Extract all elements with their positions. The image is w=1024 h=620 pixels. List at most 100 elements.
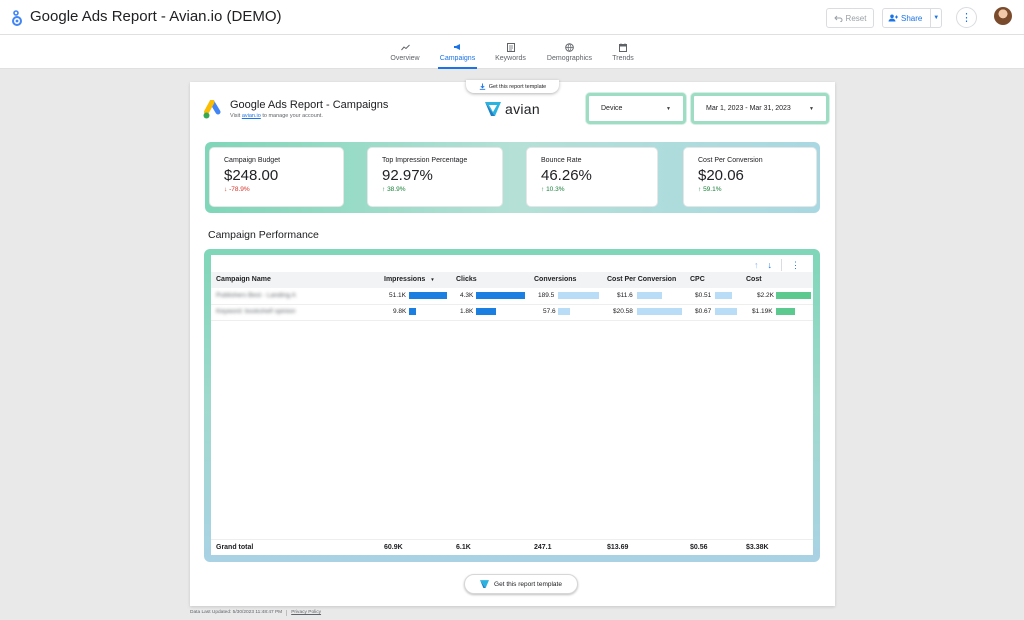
date-range-label: Mar 1, 2023 - Mar 31, 2023	[706, 105, 791, 112]
kpi-delta: ↑ 10.3%	[541, 186, 657, 193]
clicks-cell: 4.3K	[460, 292, 474, 299]
undo-icon	[833, 15, 843, 22]
chevron-down-icon: ▼	[809, 105, 814, 112]
globe-icon	[565, 42, 574, 52]
avian-wordmark: avian	[505, 101, 540, 117]
kpi-delta: ↓ -78.9%	[224, 186, 343, 193]
impressions-bar	[409, 292, 447, 299]
tab-trends[interactable]: Trends	[611, 35, 635, 69]
trend-icon	[400, 43, 410, 52]
download-icon	[479, 83, 485, 90]
kpi-label: Bounce Rate	[541, 157, 582, 164]
tab-label: Trends	[612, 54, 634, 62]
add-person-icon	[888, 14, 898, 22]
avatar[interactable]	[994, 7, 1012, 25]
share-button[interactable]: Share ▼	[882, 8, 942, 28]
report-heading: Google Ads Report - Campaigns	[230, 99, 389, 111]
privacy-policy-link[interactable]: Privacy Policy	[291, 610, 321, 616]
tab-label: Overview	[390, 54, 420, 62]
kpi-delta-value: 59.1%	[703, 186, 722, 193]
grand-total-clicks: 6.1K	[456, 544, 471, 551]
cost-cell: $2.2K	[757, 292, 774, 299]
share-dropdown-chevron-icon[interactable]: ▼	[930, 9, 941, 27]
cost-per-conversion-cell: $20.58	[613, 308, 633, 315]
column-header-cost-per-conversion[interactable]: Cost Per Conversion	[607, 276, 676, 283]
avian-bird-icon	[485, 102, 501, 116]
impressions-cell: 51.1K	[389, 292, 406, 299]
chevron-down-icon: ▼	[666, 105, 671, 112]
tab-demographics[interactable]: Demographics	[544, 35, 595, 69]
megaphone-icon	[453, 43, 462, 52]
cpc-cell: $0.51	[695, 292, 712, 299]
report-title: Google Ads Report - Avian.io (DEMO)	[30, 8, 282, 25]
share-label: Share	[901, 13, 923, 23]
kpi-bounce-rate: Bounce Rate 46.26% ↑ 10.3%	[526, 147, 658, 207]
grand-total-cost: $3.38K	[746, 544, 769, 551]
document-icon	[506, 42, 515, 52]
tab-label: Keywords	[495, 54, 526, 62]
get-template-label: Get this report template	[488, 83, 547, 90]
table-more-icon[interactable]: ⋮	[791, 260, 800, 271]
date-range-picker[interactable]: Mar 1, 2023 - Mar 31, 2023 ▼	[691, 93, 829, 124]
column-header-impressions[interactable]: Impressions ▼	[384, 276, 435, 283]
grand-total-conversions: 247.1	[534, 544, 552, 551]
kpi-delta-value: 10.3%	[546, 186, 565, 193]
row-divider	[211, 320, 813, 321]
kpi-value: $20.06	[698, 167, 744, 184]
avian-link[interactable]: avian.io	[242, 113, 261, 119]
cost-bar	[776, 308, 795, 315]
tab-keywords[interactable]: Keywords	[494, 35, 527, 69]
get-template-label: Get this report template	[494, 580, 562, 588]
cost-per-conversion-bar	[637, 308, 682, 315]
kpi-delta-value: -78.9%	[229, 186, 250, 193]
get-template-button-top[interactable]: Get this report template	[466, 80, 559, 93]
grand-total-impressions: 60.9K	[384, 544, 403, 551]
clicks-bar	[476, 292, 525, 299]
grand-total-cpc: $0.56	[690, 544, 708, 551]
column-header-campaign-name[interactable]: Campaign Name	[216, 276, 271, 283]
cpc-bar	[715, 308, 737, 315]
device-filter[interactable]: Device ▼	[586, 93, 686, 124]
share-main[interactable]: Share	[883, 14, 930, 23]
sort-descending-icon[interactable]: ↓	[768, 260, 773, 270]
conversions-cell: 57.6	[543, 308, 556, 315]
kpi-delta: ↑ 59.1%	[698, 186, 816, 193]
cost-cell: $1.19K	[752, 308, 773, 315]
column-header-cpc[interactable]: CPC	[690, 276, 705, 283]
more-options-icon[interactable]: ⋮	[956, 7, 977, 28]
calendar-icon	[619, 43, 628, 52]
campaign-name-cell[interactable]: Publishers Best - Landing A	[216, 292, 296, 299]
sort-caret-icon: ▼	[430, 277, 435, 282]
section-title: Campaign Performance	[208, 229, 319, 241]
kpi-value: 46.26%	[541, 167, 592, 184]
kpi-top-impression-percentage: Top Impression Percentage 92.97% ↑ 38.9%	[367, 147, 503, 207]
report-footer: Data Last Updated: 5/30/2023 11:48:47 PM…	[190, 610, 321, 616]
kpi-value: $248.00	[224, 167, 279, 184]
get-template-button-bottom[interactable]: Get this report template	[464, 574, 578, 594]
kpi-label: Cost Per Conversion	[698, 157, 763, 164]
cost-bar	[776, 292, 811, 299]
tab-label: Campaigns	[439, 54, 476, 62]
report-subheading: Visit avian.io to manage your account.	[230, 113, 323, 119]
grand-total-label: Grand total	[216, 544, 254, 551]
cpc-cell: $0.67	[695, 308, 712, 315]
table-toolbar: ↑ ↓ ⋮	[754, 259, 800, 271]
column-header-clicks[interactable]: Clicks	[456, 276, 477, 283]
kpi-label: Top Impression Percentage	[382, 157, 468, 164]
campaign-name-cell[interactable]: Keyword: bookshelf opinion	[216, 308, 296, 315]
toolbar-divider	[781, 259, 782, 271]
kpi-campaign-budget: Campaign Budget $248.00 ↓ -78.9%	[209, 147, 344, 207]
conversions-bar	[558, 292, 599, 299]
column-header-conversions[interactable]: Conversions	[534, 276, 576, 283]
sort-ascending-icon[interactable]: ↑	[754, 260, 759, 270]
column-header-cost[interactable]: Cost	[746, 276, 762, 283]
tab-overview[interactable]: Overview	[389, 35, 421, 69]
conversions-bar	[558, 308, 570, 315]
avian-bird-icon	[480, 580, 490, 588]
clicks-cell: 1.8K	[460, 308, 474, 315]
reset-button[interactable]: Reset	[826, 8, 874, 28]
app-bar: Google Ads Report - Avian.io (DEMO) Rese…	[0, 0, 1024, 35]
grand-total-cost-per-conversion: $13.69	[607, 544, 629, 551]
tab-campaigns[interactable]: Campaigns	[438, 35, 477, 69]
impressions-bar	[409, 308, 416, 315]
